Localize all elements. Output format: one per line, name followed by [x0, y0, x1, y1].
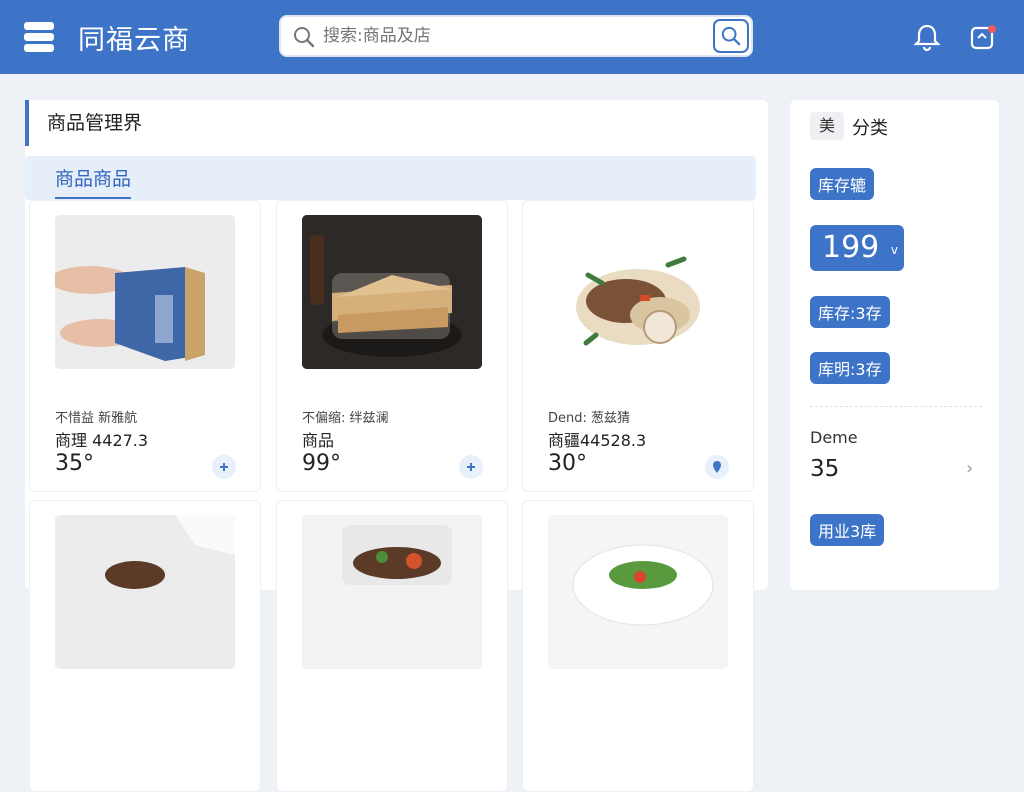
product-image [548, 215, 728, 369]
search-button-icon [721, 26, 741, 46]
product-price: 30° [548, 451, 587, 476]
tab-bar: 商品商品 [25, 156, 756, 200]
product-image [55, 515, 235, 669]
bell-icon[interactable] [912, 22, 942, 52]
tab-products[interactable]: 商品商品 [55, 164, 132, 199]
product-card[interactable]: 不惜益 新雅航 商理 4427.3 35° [29, 200, 261, 492]
product-image [302, 515, 482, 669]
product-panel: 商品管理界 商品商品 不惜益 新雅航 商理 4427.3 35° 不偏缩: 绊兹… [25, 100, 768, 792]
stock-count-value: 199 [822, 230, 880, 265]
product-sub: Dend: 葱兹猜 [548, 411, 631, 426]
product-image-box [55, 515, 235, 669]
stock-chip-3[interactable]: 库明:3存 [810, 352, 890, 384]
usage-chip[interactable]: 用业3库 [810, 514, 885, 546]
product-price: 99° [302, 451, 341, 476]
product-sub: 不偏缩: 绊兹澜 [302, 411, 389, 426]
detail-label: Deme [810, 428, 858, 447]
search-input[interactable] [323, 24, 683, 48]
pin-icon [713, 461, 721, 473]
plus-icon [220, 463, 228, 471]
product-image [302, 215, 482, 369]
product-card[interactable] [522, 500, 754, 792]
product-name: 商疆44528.3 [548, 431, 647, 450]
search-button[interactable] [713, 19, 749, 53]
product-image [55, 215, 235, 369]
product-card[interactable] [276, 500, 508, 792]
message-icon[interactable] [968, 21, 1000, 53]
product-price: 35° [55, 451, 94, 476]
divider [810, 406, 982, 407]
stock-chip[interactable]: 库存辘 [810, 168, 875, 200]
search-icon [294, 27, 315, 48]
product-name: 商品 [302, 431, 335, 450]
product-sub: 不惜益 新雅航 [55, 411, 138, 426]
product-card[interactable]: 不偏缩: 绊兹澜 商品 99° [276, 200, 508, 492]
stock-chip-2[interactable]: 库存:3存 [810, 296, 890, 328]
chevron-right-icon[interactable]: › [966, 458, 973, 479]
add-button[interactable] [212, 455, 236, 479]
category-icon: 美 [810, 112, 844, 140]
add-button[interactable] [459, 455, 483, 479]
page-title: 商品管理界 [25, 100, 768, 146]
stock-count-select[interactable]: 199 v [810, 225, 904, 271]
product-image-box [548, 515, 728, 669]
product-image-box [302, 515, 482, 669]
product-card[interactable]: Dend: 葱兹猜 商疆44528.3 30° [522, 200, 754, 492]
product-image-box [548, 215, 728, 369]
product-name: 商理 4427.3 [55, 431, 149, 450]
menu-icon[interactable] [24, 22, 54, 52]
product-image-box [55, 215, 235, 369]
search-box[interactable] [279, 15, 753, 57]
chevron-down-icon: v [890, 243, 898, 257]
top-bar: 同福云商 [0, 0, 1024, 74]
category-title: 分类 [852, 118, 888, 139]
detail-value: 35 [810, 456, 840, 482]
pin-button[interactable] [705, 455, 729, 479]
brand-title: 同福云商 [78, 25, 190, 56]
product-image-box [302, 215, 482, 369]
category-sidebar: 美 分类 库存辘 199 v 库存:3存 库明:3存 Deme 35 › 用业3… [790, 100, 999, 590]
product-card[interactable] [29, 500, 261, 792]
product-image [548, 515, 728, 669]
plus-icon [467, 463, 475, 471]
